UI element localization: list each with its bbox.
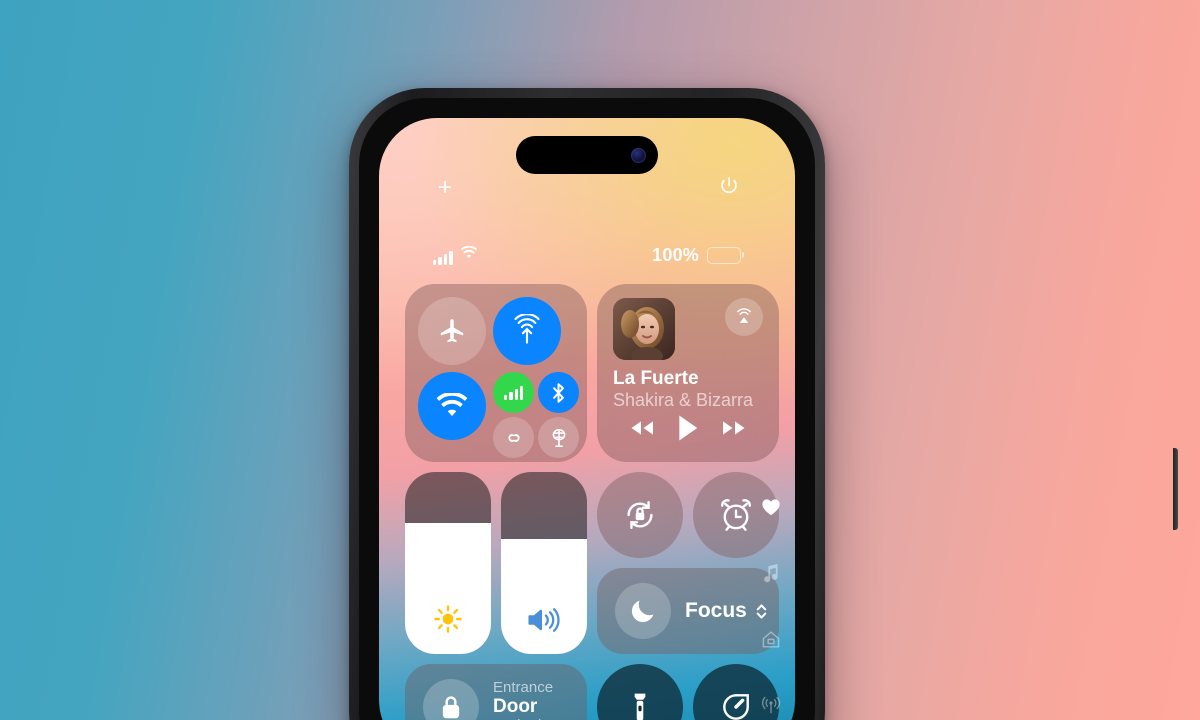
page-rail (761, 498, 781, 720)
heart-icon (762, 499, 780, 516)
rail-item-connectivity[interactable] (761, 696, 781, 720)
now-playing-header (613, 298, 763, 360)
wifi-toggle[interactable] (418, 372, 486, 440)
iphone-device: + 100% La Fuerte Shakira & Bizarra Focus… (349, 88, 1178, 720)
focus-label: Focus (685, 599, 747, 622)
media-title: La Fuerte (613, 368, 699, 389)
airplay-audio-icon (737, 308, 751, 323)
rewind-button[interactable] (626, 417, 658, 444)
rail-item-favorites[interactable] (761, 498, 781, 521)
fast-forward-icon (723, 421, 745, 435)
lock-icon (423, 679, 479, 720)
battery-percentage-label: 100% (652, 244, 699, 265)
brightness-slider[interactable] (405, 472, 491, 654)
device-bezel: + 100% La Fuerte Shakira & Bizarra Focus… (359, 98, 815, 720)
device-screen: + 100% La Fuerte Shakira & Bizarra Focus… (379, 118, 795, 720)
screenshot-canvas: + 100% La Fuerte Shakira & Bizarra Focus… (0, 0, 1200, 720)
sun-icon (432, 603, 464, 640)
bluetooth-icon (553, 382, 564, 403)
utility-toggles-row (597, 472, 779, 558)
cellular-data-toggle[interactable] (493, 372, 534, 413)
connectivity-module (405, 284, 587, 462)
home-accessory-name: Door (493, 696, 538, 718)
rail-item-now-playing[interactable] (762, 563, 780, 588)
cellular-data-icon (503, 385, 524, 400)
satellite-toggle[interactable] (538, 417, 579, 458)
plus-icon[interactable]: + (431, 174, 459, 202)
flashlight-button[interactable] (597, 664, 683, 720)
home-icon (762, 631, 780, 648)
speaker-wave-icon (526, 605, 562, 640)
satellite-icon (552, 428, 565, 447)
airdrop-toggle[interactable] (493, 297, 561, 365)
personal-hotspot-icon (508, 433, 519, 442)
status-bar: 100% (379, 242, 795, 268)
now-playing-module: La Fuerte Shakira & Bizarra (597, 284, 779, 462)
bluetooth-toggle[interactable] (538, 372, 579, 413)
wifi-icon (460, 245, 478, 265)
rewind-icon (631, 421, 653, 435)
focus-control[interactable]: Focus (597, 568, 779, 654)
airplane-icon (440, 319, 464, 343)
airplane-mode-toggle[interactable] (418, 297, 486, 365)
side-power-button[interactable] (1173, 448, 1178, 530)
front-camera-lens-icon (631, 147, 646, 163)
media-artist: Shakira & Bizarra (613, 390, 754, 410)
fast-forward-button[interactable] (718, 417, 750, 444)
moon-icon (615, 583, 671, 639)
home-accessory-control[interactable]: Entrance Door Locked (405, 664, 587, 720)
sliders-group (405, 472, 587, 654)
control-center: La Fuerte Shakira & Bizarra Focus Entran… (405, 284, 779, 720)
dynamic-island[interactable] (516, 136, 658, 174)
personal-hotspot-toggle[interactable] (493, 417, 534, 458)
wifi-icon (436, 393, 468, 417)
focus-label-group: Focus (685, 599, 768, 623)
power-icon[interactable] (715, 172, 743, 200)
music-note-icon (764, 564, 778, 583)
flashlight-icon (634, 693, 646, 720)
media-transport-controls (613, 413, 763, 450)
cellular-signal-icon (433, 250, 453, 265)
rail-item-home[interactable] (761, 630, 781, 654)
airdrop-icon (514, 314, 540, 344)
album-artwork[interactable] (613, 298, 675, 360)
bottom-buttons-row (597, 664, 779, 720)
home-accessory-room: Entrance (493, 678, 554, 696)
volume-slider[interactable] (501, 472, 587, 654)
airplay-audio-button[interactable] (725, 298, 763, 336)
timer-icon (723, 694, 749, 720)
rotation-lock-icon (627, 500, 653, 530)
connectivity-antenna-icon (762, 696, 780, 714)
album-artwork-image (613, 298, 675, 360)
alarm-clock-icon (721, 499, 751, 531)
play-button[interactable] (675, 413, 701, 448)
status-bar-left (433, 245, 478, 265)
battery-full-icon (707, 246, 741, 264)
play-icon (679, 415, 698, 441)
status-bar-right: 100% (652, 245, 741, 266)
rotation-lock-button[interactable] (597, 472, 683, 558)
home-accessory-text: Entrance Door Locked (493, 678, 554, 720)
